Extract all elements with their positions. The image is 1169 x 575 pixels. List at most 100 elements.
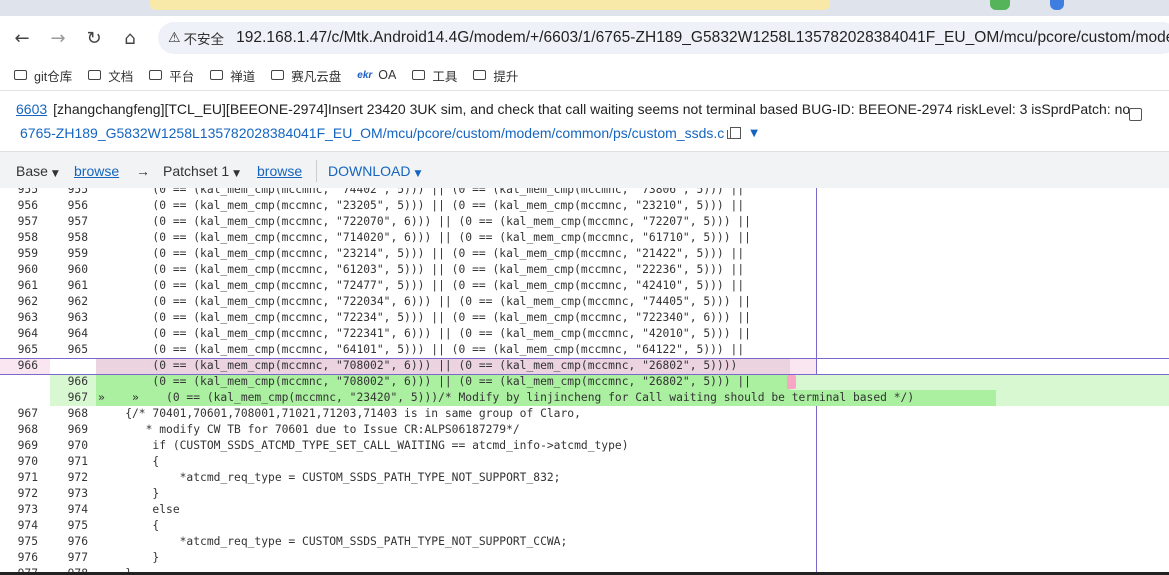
code-line[interactable]: {/* 70401,70601,708001,71021,71203,71403… <box>98 406 581 422</box>
bookmark-item[interactable]: ekr OA <box>357 68 396 82</box>
right-line-number[interactable]: 973 <box>56 486 88 502</box>
right-line-number[interactable]: 976 <box>56 534 88 550</box>
address-bar[interactable]: ⚠ 不安全 192.168.1.47/c/Mtk.Android14.4G/mo… <box>158 22 1169 54</box>
code-line[interactable]: * modify CW TB for 70601 due to Issue CR… <box>98 422 520 438</box>
back-arrow-icon[interactable]: ← <box>8 24 36 52</box>
code-line[interactable]: } <box>98 550 159 566</box>
right-line-number[interactable]: 970 <box>56 438 88 454</box>
diff-view[interactable]: 955 955 (0 == (kal_mem_cmp(mccmnc, "74402… <box>0 188 1169 575</box>
patchset-select[interactable]: Patchset 1 ▼ <box>163 163 240 179</box>
right-line-number[interactable]: 956 <box>56 198 88 214</box>
bookmark-item[interactable]: 提升 <box>473 66 518 85</box>
right-line-number[interactable]: 961 <box>56 278 88 294</box>
right-line-number[interactable]: 971 <box>56 454 88 470</box>
left-line-number[interactable]: 957 <box>6 214 38 230</box>
base-select[interactable]: Base ▼ <box>16 163 59 179</box>
code-line[interactable]: (0 == (kal_mem_cmp(mccmnc, "714020", 6))… <box>98 230 751 246</box>
bookmark-item[interactable]: 文档 <box>88 66 133 85</box>
code-line[interactable]: (0 == (kal_mem_cmp(mccmnc, "61203", 5)))… <box>98 262 744 278</box>
change-number-link[interactable]: 6603 <box>16 101 47 117</box>
right-line-number[interactable]: 963 <box>56 310 88 326</box>
left-line-number[interactable]: 965 <box>6 342 38 358</box>
code-line[interactable]: *atcmd_req_type = CUSTOM_SSDS_PATH_TYPE_… <box>98 534 568 550</box>
file-path[interactable]: 6765-ZH189_G5832W1258L135782028384041F_E… <box>20 125 724 141</box>
copy-icon[interactable] <box>727 127 742 139</box>
code-line[interactable]: if (CUSTOM_SSDS_ATCMD_TYPE_SET_CALL_WAIT… <box>98 438 628 454</box>
browse-patchset-link[interactable]: browse <box>257 163 302 179</box>
code-line[interactable]: { <box>98 518 159 534</box>
code-line[interactable]: *atcmd_req_type = CUSTOM_SSDS_PATH_TYPE_… <box>98 470 561 486</box>
left-line-number[interactable]: 956 <box>6 198 38 214</box>
right-line-number[interactable]: 959 <box>56 246 88 262</box>
code-line[interactable]: » » (0 == (kal_mem_cmp(mccmnc, "23420", … <box>98 390 914 406</box>
code-line[interactable]: } <box>98 486 159 502</box>
left-line-number[interactable]: 972 <box>6 486 38 502</box>
right-line-number[interactable]: 968 <box>56 406 88 422</box>
reviewed-checkbox[interactable] <box>1129 108 1142 121</box>
left-line-number[interactable]: 975 <box>6 534 38 550</box>
browse-base-link[interactable]: browse <box>74 163 119 179</box>
code-line[interactable]: (0 == (kal_mem_cmp(mccmnc, "23214", 5)))… <box>98 246 744 262</box>
code-line[interactable]: (0 == (kal_mem_cmp(mccmnc, "64101", 5)))… <box>98 342 744 358</box>
security-indicator[interactable]: ⚠ 不安全 <box>168 28 224 48</box>
left-line-number[interactable]: 959 <box>6 246 38 262</box>
bookmark-item[interactable]: 工具 <box>412 66 457 85</box>
code-line[interactable]: (0 == (kal_mem_cmp(mccmnc, "708002", 6))… <box>98 374 751 390</box>
forward-arrow-icon[interactable]: → <box>44 24 72 52</box>
download-button[interactable]: DOWNLOAD ▼ <box>328 163 421 179</box>
code-line[interactable]: (0 == (kal_mem_cmp(mccmnc, "722034", 6))… <box>98 294 751 310</box>
bookmark-item[interactable]: 赛凡云盘 <box>271 66 341 85</box>
code-line[interactable]: (0 == (kal_mem_cmp(mccmnc, "722341", 6))… <box>98 326 751 342</box>
left-line-number[interactable]: 960 <box>6 262 38 278</box>
left-line-number[interactable]: 970 <box>6 454 38 470</box>
left-line-number[interactable]: 962 <box>6 294 38 310</box>
home-icon[interactable]: ⌂ <box>116 24 144 52</box>
bookmark-item[interactable]: 平台 <box>149 66 194 85</box>
code-line[interactable]: (0 == (kal_mem_cmp(mccmnc, "722070", 6))… <box>98 214 751 230</box>
right-line-number[interactable]: 955 <box>56 188 88 198</box>
left-line-number[interactable]: 976 <box>6 550 38 566</box>
right-line-number[interactable]: 977 <box>56 550 88 566</box>
code-line[interactable]: else <box>98 502 179 518</box>
right-line-number[interactable]: 969 <box>56 422 88 438</box>
tab-favicon-blue[interactable] <box>1050 0 1064 10</box>
chevron-down-icon[interactable]: ▼ <box>750 128 758 139</box>
right-line-number[interactable]: 974 <box>56 502 88 518</box>
right-line-number[interactable]: 964 <box>56 326 88 342</box>
right-line-number[interactable]: 975 <box>56 518 88 534</box>
left-line-number[interactable]: 966 <box>6 358 38 374</box>
right-line-number[interactable]: 958 <box>56 230 88 246</box>
right-line-number[interactable]: 965 <box>56 342 88 358</box>
left-line-number[interactable]: 968 <box>6 422 38 438</box>
right-line-number[interactable]: 957 <box>56 214 88 230</box>
left-line-number[interactable]: 958 <box>6 230 38 246</box>
tab-favicon-green[interactable] <box>990 0 1010 10</box>
active-tab-group[interactable] <box>150 0 830 10</box>
bookmark-item[interactable]: 禅道 <box>210 66 255 85</box>
code-line[interactable]: (0 == (kal_mem_cmp(mccmnc, "23205", 5)))… <box>98 198 744 214</box>
right-line-number[interactable]: 966 <box>56 374 88 390</box>
right-line-number[interactable]: 962 <box>56 294 88 310</box>
left-line-number[interactable]: 964 <box>6 326 38 342</box>
left-line-number[interactable]: 955 <box>6 188 38 198</box>
diff-row: 959 959 (0 == (kal_mem_cmp(mccmnc, "23214… <box>0 246 1169 262</box>
left-line-number[interactable]: 973 <box>6 502 38 518</box>
code-line[interactable]: { <box>98 454 159 470</box>
left-line-number[interactable]: 969 <box>6 438 38 454</box>
bookmark-item[interactable]: git仓库 <box>14 66 72 85</box>
right-line-number[interactable]: 967 <box>56 390 88 406</box>
right-line-number[interactable]: 972 <box>56 470 88 486</box>
url-text[interactable]: 192.168.1.47/c/Mtk.Android14.4G/modem/+/… <box>236 29 1169 47</box>
code-line[interactable]: (0 == (kal_mem_cmp(mccmnc, "72234", 5)))… <box>98 310 751 326</box>
code-line[interactable]: (0 == (kal_mem_cmp(mccmnc, "708002", 6))… <box>98 358 737 374</box>
code-line[interactable]: (0 == (kal_mem_cmp(mccmnc, "74402", 5)))… <box>98 188 744 198</box>
code-line[interactable]: (0 == (kal_mem_cmp(mccmnc, "72477", 5)))… <box>98 278 744 294</box>
left-line-number[interactable]: 971 <box>6 470 38 486</box>
tab-strip[interactable] <box>0 0 1169 16</box>
left-line-number[interactable]: 961 <box>6 278 38 294</box>
left-line-number[interactable]: 967 <box>6 406 38 422</box>
left-line-number[interactable]: 974 <box>6 518 38 534</box>
left-line-number[interactable]: 963 <box>6 310 38 326</box>
right-line-number[interactable]: 960 <box>56 262 88 278</box>
reload-icon[interactable]: ↻ <box>80 24 108 52</box>
